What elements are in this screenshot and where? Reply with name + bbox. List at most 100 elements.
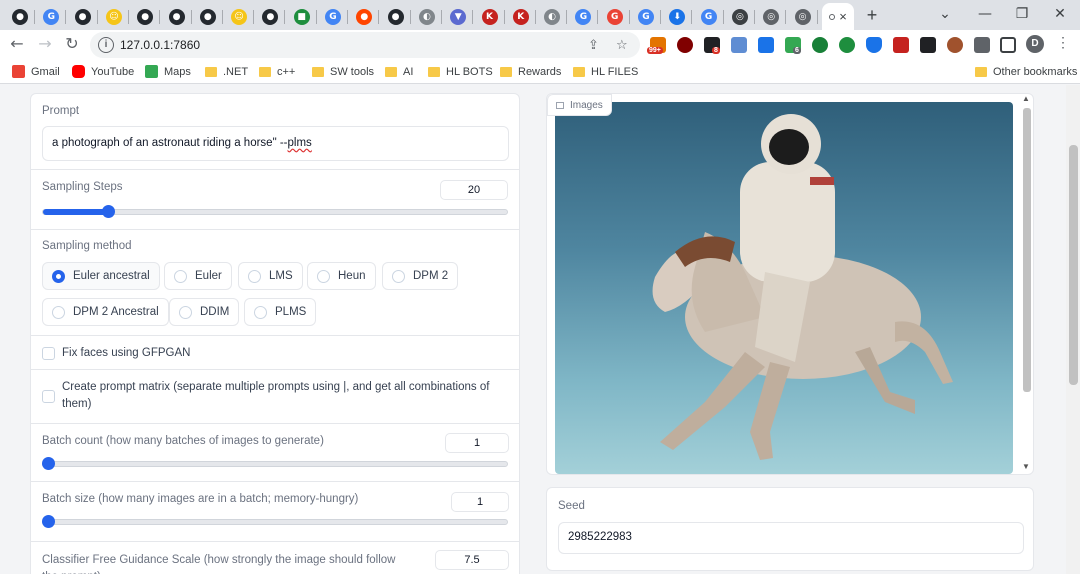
radio-euler[interactable]: Euler	[164, 262, 232, 290]
extension-icon-4[interactable]	[731, 37, 747, 53]
browser-tab[interactable]: ◐	[412, 3, 442, 30]
radio-dot	[174, 269, 187, 283]
gear-extension-icon[interactable]	[839, 37, 855, 53]
browser-tab[interactable]: ☺	[99, 3, 129, 30]
browser-tab[interactable]: ●	[381, 3, 411, 30]
prompt-input[interactable]: a photograph of an astronaut riding a ho…	[42, 126, 509, 161]
sampling-steps-input[interactable]: 20	[440, 180, 508, 200]
browser-tab[interactable]: ●	[130, 3, 161, 30]
browser-tab[interactable]: ◎	[725, 3, 755, 30]
google-icon: G	[43, 8, 60, 25]
browser-tab[interactable]: ◐	[537, 3, 568, 30]
browser-tab[interactable]: G	[600, 3, 630, 30]
slider-knob[interactable]	[42, 457, 55, 470]
restore-icon[interactable]: ❐	[1012, 4, 1032, 24]
bookmark-gmail[interactable]: Gmail	[12, 64, 60, 79]
browser-tab[interactable]: ■	[287, 3, 317, 30]
browser-tab[interactable]: K	[506, 3, 536, 30]
bookmark-maps[interactable]: Maps	[145, 64, 191, 79]
fix-faces-checkbox[interactable]	[42, 347, 55, 360]
generated-image[interactable]	[555, 102, 1013, 474]
forward-icon[interactable]: →	[36, 35, 54, 53]
radio-plms[interactable]: PLMS	[244, 298, 317, 326]
puzzle-icon[interactable]	[974, 37, 990, 53]
slider-knob[interactable]	[102, 205, 115, 218]
bookmark-folder-ai[interactable]: AI	[385, 64, 413, 79]
browser-tab[interactable]: G	[318, 3, 348, 30]
window-close-icon[interactable]: ✕	[1050, 4, 1070, 24]
back-icon[interactable]: ←	[8, 35, 26, 53]
reload-icon[interactable]: ↻	[63, 35, 81, 53]
scroll-down-icon[interactable]: ▼	[1022, 462, 1030, 471]
browser-tab[interactable]: ●	[5, 3, 35, 30]
extension-icon-7[interactable]	[812, 37, 828, 53]
radio-heun[interactable]: Heun	[307, 262, 376, 290]
browser-tab[interactable]: ●	[255, 3, 286, 30]
browser-tab[interactable]: K	[475, 3, 505, 30]
cfg-input[interactable]: 7.5	[435, 550, 509, 570]
bookmark-youtube[interactable]: YouTube	[72, 64, 134, 79]
reddit-icon: ●	[356, 8, 373, 25]
browser-tab[interactable]: ☺	[224, 3, 255, 30]
batch-size-slider[interactable]	[42, 515, 508, 528]
browser-tab[interactable]: ●	[68, 3, 98, 30]
address-bar[interactable]: i 127.0.0.1:7860 ⇪ ☆	[90, 32, 640, 58]
page-scrollbar-thumb[interactable]	[1069, 145, 1078, 385]
browser-tab[interactable]: ▼	[443, 3, 474, 30]
scroll-up-icon[interactable]: ▲	[1022, 94, 1030, 103]
tab-active[interactable]: ×	[822, 3, 854, 30]
browser-tab[interactable]: G	[36, 3, 67, 30]
profile-avatar[interactable]: D	[1026, 35, 1044, 53]
batch-size-input[interactable]: 1	[451, 492, 509, 512]
sampling-steps-slider[interactable]	[42, 205, 508, 218]
generation-form: Prompt a photograph of an astronaut ridi…	[30, 93, 520, 574]
browser-tab[interactable]: ●	[193, 3, 223, 30]
bookmark-star-icon[interactable]: ☆	[616, 38, 628, 53]
browser-tab[interactable]: ◎	[756, 3, 787, 30]
share-icon[interactable]: ⇪	[588, 38, 599, 53]
seed-label: Seed	[558, 500, 585, 512]
radio-ddim[interactable]: DDIM	[169, 298, 240, 326]
seed-output[interactable]: 2985222983	[558, 522, 1024, 554]
batch-count-input[interactable]: 1	[445, 433, 509, 453]
tab-search-icon[interactable]: ⌄	[935, 4, 955, 24]
radio-euler-ancestral[interactable]: Euler ancestral	[42, 262, 160, 290]
bookmark-folder-rewards[interactable]: Rewards	[500, 64, 561, 79]
browser-tab[interactable]: G	[631, 3, 661, 30]
new-tab-button[interactable]: +	[862, 5, 882, 25]
shield-extension-icon[interactable]	[866, 37, 882, 53]
page-scrollbar[interactable]	[1066, 85, 1080, 574]
menu-icon[interactable]: ⋮	[1056, 34, 1070, 51]
site-info-icon[interactable]: i	[98, 37, 114, 53]
browser-tab[interactable]: G	[568, 3, 599, 30]
bookmark-folder-cpp[interactable]: c++	[259, 64, 295, 79]
radio-dot	[248, 269, 261, 283]
bookmark-folder-hlbots[interactable]: HL BOTS	[428, 64, 493, 79]
radio-dpm2-ancestral[interactable]: DPM 2 Ancestral	[42, 298, 169, 326]
bookmark-folder-hlfiles[interactable]: HL FILES	[573, 64, 638, 79]
grid-extension-icon[interactable]	[920, 37, 936, 53]
browser-tab[interactable]: ⬇	[662, 3, 693, 30]
close-tab-icon[interactable]: ×	[839, 9, 847, 24]
prompt-matrix-checkbox[interactable]	[42, 390, 55, 403]
radio-dpm2[interactable]: DPM 2	[382, 262, 459, 290]
gallery-scrollbar[interactable]: ▲ ▼	[1021, 94, 1033, 474]
minimize-icon[interactable]: —	[975, 4, 995, 24]
side-panel-icon[interactable]	[1000, 37, 1016, 53]
scrollbar-thumb[interactable]	[1023, 108, 1031, 392]
radio-lms[interactable]: LMS	[238, 262, 303, 290]
bookmark-other[interactable]: Other bookmarks	[975, 64, 1077, 79]
cookie-extension-icon[interactable]	[947, 37, 963, 53]
browser-tab[interactable]: ●	[162, 3, 192, 30]
batch-count-slider[interactable]	[42, 457, 508, 470]
pen-extension-icon[interactable]	[893, 37, 909, 53]
save-icon[interactable]	[758, 37, 774, 53]
browser-tab[interactable]: ◎	[788, 3, 818, 30]
browser-tab[interactable]: G	[694, 3, 724, 30]
tab-separator	[534, 10, 536, 24]
browser-tab[interactable]: ●	[349, 3, 380, 30]
slider-knob[interactable]	[42, 515, 55, 528]
ublock-icon[interactable]	[677, 37, 693, 53]
bookmark-folder-swtools[interactable]: SW tools	[312, 64, 374, 79]
bookmark-folder-net[interactable]: .NET	[205, 64, 248, 79]
